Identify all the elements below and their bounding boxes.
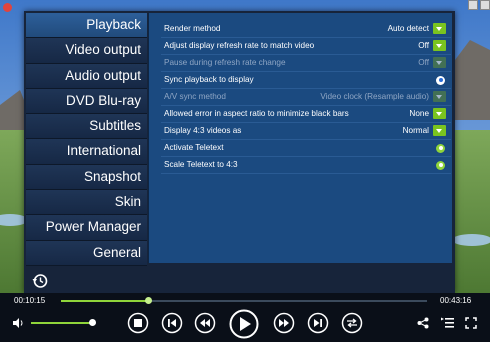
setting-row: Activate Teletext: [161, 140, 451, 157]
stop-button[interactable]: [127, 312, 149, 334]
sidebar-item-subtitles[interactable]: Subtitles: [26, 114, 147, 140]
sidebar-item-snapshot[interactable]: Snapshot: [26, 164, 147, 191]
setting-value: Off: [418, 58, 429, 67]
repeat-icon: [341, 312, 363, 334]
seek-bar-progress: [61, 300, 149, 302]
setting-label: Scale Teletext to 4:3: [164, 160, 238, 169]
fast-forward-icon: [273, 312, 295, 334]
seek-bar-handle[interactable]: [145, 297, 153, 304]
setting-value[interactable]: Normal: [403, 123, 429, 139]
setting-value: Video clock (Resample audio): [320, 92, 429, 101]
settings-dialog: Playback Video output Audio output DVD Blu-…: [24, 11, 455, 293]
chevron-down-icon[interactable]: [433, 40, 446, 51]
sidebar-item-audio-output[interactable]: Audio output: [26, 63, 147, 89]
setting-label: Sync playback to display: [164, 75, 254, 84]
sidebar-item-dvd-blu-ray[interactable]: DVD Blu-ray: [26, 88, 147, 115]
sidebar-item-general[interactable]: General: [26, 240, 147, 266]
volume-handle[interactable]: [89, 319, 97, 326]
setting-label: Activate Teletext: [164, 143, 224, 152]
player-controls: 00:10:15 00:43:16: [0, 293, 490, 342]
sidebar-item-skin[interactable]: Skin: [26, 190, 147, 216]
next-button[interactable]: [307, 312, 329, 334]
rewind-button[interactable]: [194, 312, 216, 334]
window-close-button[interactable]: [3, 3, 12, 12]
skip-next-icon: [307, 312, 329, 334]
sidebar-item-power-manager[interactable]: Power Manager: [26, 215, 147, 241]
chevron-down-icon[interactable]: [433, 23, 446, 34]
setting-row: Render method Auto detect: [161, 21, 451, 38]
setting-row: Allowed error in aspect ratio to minimiz…: [161, 106, 451, 123]
setting-row: Pause during refresh rate change Off: [161, 55, 451, 72]
setting-row: Adjust display refresh rate to match vid…: [161, 38, 451, 55]
window-minimize-button[interactable]: [468, 0, 478, 10]
chevron-down-icon[interactable]: [433, 125, 446, 136]
history-icon[interactable]: [32, 273, 48, 289]
setting-label: Adjust display refresh rate to match vid…: [164, 41, 315, 50]
sidebar-item-video-output[interactable]: Video output: [26, 38, 147, 64]
setting-row: Scale Teletext to 4:3: [161, 157, 451, 174]
setting-value[interactable]: Off: [418, 38, 429, 54]
setting-row: A/V sync method Video clock (Resample aud…: [161, 89, 451, 106]
setting-label: Pause during refresh rate change: [164, 58, 286, 67]
stop-icon: [127, 312, 149, 334]
repeat-button[interactable]: [341, 312, 363, 334]
setting-label: Allowed error in aspect ratio to minimiz…: [164, 109, 349, 118]
setting-label: Display 4:3 videos as: [164, 126, 242, 135]
playlist-button[interactable]: [441, 317, 454, 329]
chevron-down-icon[interactable]: [433, 108, 446, 119]
volume-slider[interactable]: [31, 319, 97, 326]
chevron-down-icon: [433, 57, 446, 68]
setting-label: Render method: [164, 24, 221, 33]
setting-row: Display 4:3 videos as Normal: [161, 123, 451, 140]
setting-value[interactable]: None: [409, 106, 429, 122]
chevron-down-icon: [433, 91, 446, 102]
playlist-icon: [441, 317, 454, 328]
skip-previous-icon: [161, 312, 183, 334]
setting-row: Sync playback to display: [161, 72, 451, 89]
toggle-radio[interactable]: [436, 143, 445, 153]
rewind-icon: [194, 312, 216, 334]
window-maximize-button[interactable]: [480, 0, 490, 10]
play-button[interactable]: [229, 309, 259, 339]
sidebar-item-playback[interactable]: Playback: [26, 13, 147, 39]
previous-button[interactable]: [161, 312, 183, 334]
toggle-radio[interactable]: [436, 160, 445, 170]
share-icon: [417, 317, 429, 329]
fullscreen-icon: [465, 317, 477, 329]
settings-panel: Render method Auto detect Adjust display r…: [148, 13, 452, 263]
settings-sidebar: Playback Video output Audio output DVD Blu-…: [26, 13, 147, 266]
speaker-icon[interactable]: [12, 317, 24, 329]
toggle-radio[interactable]: [436, 75, 445, 85]
seek-bar[interactable]: [61, 297, 427, 304]
sidebar-item-international[interactable]: International: [26, 139, 147, 165]
total-duration: 00:43:16: [440, 296, 472, 305]
setting-value[interactable]: Auto detect: [388, 21, 429, 37]
fullscreen-button[interactable]: [465, 317, 477, 329]
play-icon: [229, 309, 259, 339]
setting-label: A/V sync method: [164, 92, 226, 101]
volume-level: [31, 322, 93, 324]
fast-forward-button[interactable]: [273, 312, 295, 334]
share-button[interactable]: [417, 317, 429, 329]
elapsed-time: 00:10:15: [14, 296, 46, 305]
